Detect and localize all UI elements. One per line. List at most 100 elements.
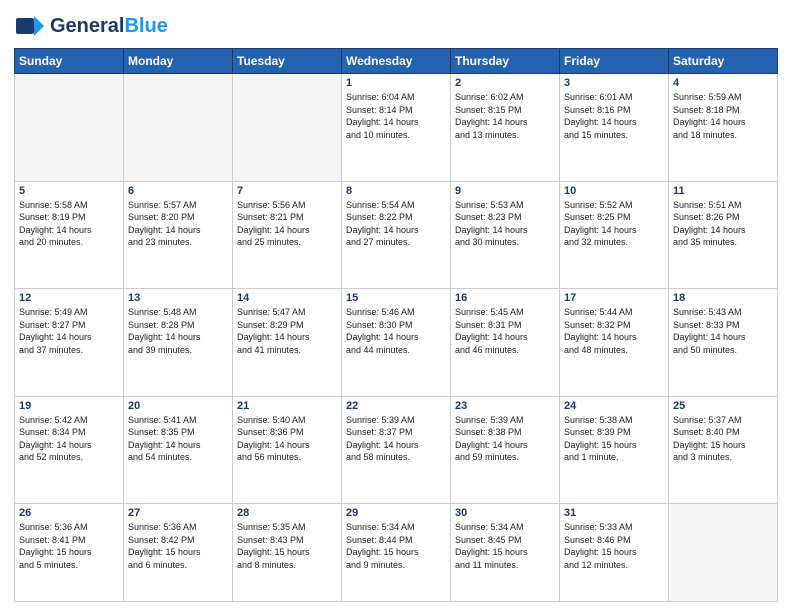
logo-text: GeneralBlue — [50, 15, 168, 38]
day-info: Sunrise: 5:45 AM Sunset: 8:31 PM Dayligh… — [455, 306, 555, 356]
day-info: Sunrise: 5:49 AM Sunset: 8:27 PM Dayligh… — [19, 306, 119, 356]
day-info: Sunrise: 5:57 AM Sunset: 8:20 PM Dayligh… — [128, 199, 228, 249]
calendar-cell: 9 Sunrise: 5:53 AM Sunset: 8:23 PM Daylig… — [451, 181, 560, 289]
day-number: 22 — [346, 400, 446, 412]
weekday-header-saturday: Saturday — [669, 49, 778, 74]
calendar-cell: 16 Sunrise: 5:45 AM Sunset: 8:31 PM Dayli… — [451, 289, 560, 397]
day-number: 28 — [237, 507, 337, 519]
day-number: 20 — [128, 400, 228, 412]
calendar-cell — [233, 74, 342, 182]
day-info: Sunrise: 5:54 AM Sunset: 8:22 PM Dayligh… — [346, 199, 446, 249]
day-number: 4 — [673, 77, 773, 89]
weekday-header-sunday: Sunday — [15, 49, 124, 74]
day-number: 11 — [673, 185, 773, 197]
day-info: Sunrise: 6:01 AM Sunset: 8:16 PM Dayligh… — [564, 91, 664, 141]
calendar-cell: 21Sunrise: 5:40 AM Sunset: 8:36 PM Dayli… — [233, 396, 342, 504]
day-number: 12 — [19, 292, 119, 304]
logo: GeneralBlue — [14, 10, 168, 42]
calendar-cell: 23 Sunrise: 5:39 AM Sunset: 8:38 PM Dayli… — [451, 396, 560, 504]
calendar-cell: 7 Sunrise: 5:56 AM Sunset: 8:21 PM Daylig… — [233, 181, 342, 289]
calendar-cell: 2 Sunrise: 6:02 AM Sunset: 8:15 PM Daylig… — [451, 74, 560, 182]
day-info: Sunrise: 5:36 AM Sunset: 8:42 PM Dayligh… — [128, 521, 228, 571]
calendar-cell — [669, 504, 778, 602]
day-info: Sunrise: 5:52 AM Sunset: 8:25 PM Dayligh… — [564, 199, 664, 249]
calendar-cell: 17Sunrise: 5:44 AM Sunset: 8:32 PM Dayli… — [560, 289, 669, 397]
weekday-header-tuesday: Tuesday — [233, 49, 342, 74]
calendar-cell: 4Sunrise: 5:59 AM Sunset: 8:18 PM Daylig… — [669, 74, 778, 182]
weekday-header-row: SundayMondayTuesdayWednesdayThursdayFrid… — [15, 49, 778, 74]
calendar-cell: 26 Sunrise: 5:36 AM Sunset: 8:41 PM Dayli… — [15, 504, 124, 602]
day-info: Sunrise: 5:36 AM Sunset: 8:41 PM Dayligh… — [19, 521, 119, 571]
weekday-header-thursday: Thursday — [451, 49, 560, 74]
week-row-3: 19Sunrise: 5:42 AM Sunset: 8:34 PM Dayli… — [15, 396, 778, 504]
page: GeneralBlue SundayMondayTuesdayWednesday… — [0, 0, 792, 612]
day-number: 26 — [19, 507, 119, 519]
calendar-cell: 11Sunrise: 5:51 AM Sunset: 8:26 PM Dayli… — [669, 181, 778, 289]
calendar-cell: 3Sunrise: 6:01 AM Sunset: 8:16 PM Daylig… — [560, 74, 669, 182]
day-number: 29 — [346, 507, 446, 519]
day-info: Sunrise: 5:56 AM Sunset: 8:21 PM Dayligh… — [237, 199, 337, 249]
header: GeneralBlue — [14, 10, 778, 42]
week-row-1: 5 Sunrise: 5:58 AM Sunset: 8:19 PM Daylig… — [15, 181, 778, 289]
calendar-table: SundayMondayTuesdayWednesdayThursdayFrid… — [14, 48, 778, 602]
calendar-cell: 29 Sunrise: 5:34 AM Sunset: 8:44 PM Dayli… — [342, 504, 451, 602]
day-info: Sunrise: 5:42 AM Sunset: 8:34 PM Dayligh… — [19, 414, 119, 464]
day-number: 23 — [455, 400, 555, 412]
calendar-cell: 6 Sunrise: 5:57 AM Sunset: 8:20 PM Daylig… — [124, 181, 233, 289]
calendar-cell: 20 Sunrise: 5:41 AM Sunset: 8:35 PM Dayli… — [124, 396, 233, 504]
calendar-cell: 22 Sunrise: 5:39 AM Sunset: 8:37 PM Dayli… — [342, 396, 451, 504]
calendar-cell: 30Sunrise: 5:34 AM Sunset: 8:45 PM Dayli… — [451, 504, 560, 602]
day-info: Sunrise: 5:44 AM Sunset: 8:32 PM Dayligh… — [564, 306, 664, 356]
day-info: Sunrise: 6:04 AM Sunset: 8:14 PM Dayligh… — [346, 91, 446, 141]
day-number: 27 — [128, 507, 228, 519]
calendar-cell: 13Sunrise: 5:48 AM Sunset: 8:28 PM Dayli… — [124, 289, 233, 397]
day-info: Sunrise: 5:43 AM Sunset: 8:33 PM Dayligh… — [673, 306, 773, 356]
day-info: Sunrise: 5:35 AM Sunset: 8:43 PM Dayligh… — [237, 521, 337, 571]
day-info: Sunrise: 5:33 AM Sunset: 8:46 PM Dayligh… — [564, 521, 664, 571]
day-number: 15 — [346, 292, 446, 304]
day-number: 24 — [564, 400, 664, 412]
day-number: 25 — [673, 400, 773, 412]
day-info: Sunrise: 5:38 AM Sunset: 8:39 PM Dayligh… — [564, 414, 664, 464]
day-number: 16 — [455, 292, 555, 304]
calendar-cell: 14Sunrise: 5:47 AM Sunset: 8:29 PM Dayli… — [233, 289, 342, 397]
day-info: Sunrise: 5:53 AM Sunset: 8:23 PM Dayligh… — [455, 199, 555, 249]
calendar-cell: 27 Sunrise: 5:36 AM Sunset: 8:42 PM Dayli… — [124, 504, 233, 602]
calendar-cell: 15 Sunrise: 5:46 AM Sunset: 8:30 PM Dayli… — [342, 289, 451, 397]
calendar-cell — [15, 74, 124, 182]
calendar-cell: 19Sunrise: 5:42 AM Sunset: 8:34 PM Dayli… — [15, 396, 124, 504]
day-number: 5 — [19, 185, 119, 197]
weekday-header-monday: Monday — [124, 49, 233, 74]
day-number: 7 — [237, 185, 337, 197]
calendar-cell: 25 Sunrise: 5:37 AM Sunset: 8:40 PM Dayli… — [669, 396, 778, 504]
day-info: Sunrise: 5:39 AM Sunset: 8:38 PM Dayligh… — [455, 414, 555, 464]
weekday-header-wednesday: Wednesday — [342, 49, 451, 74]
calendar-cell: 10 Sunrise: 5:52 AM Sunset: 8:25 PM Dayli… — [560, 181, 669, 289]
day-info: Sunrise: 6:02 AM Sunset: 8:15 PM Dayligh… — [455, 91, 555, 141]
day-number: 8 — [346, 185, 446, 197]
day-info: Sunrise: 5:34 AM Sunset: 8:45 PM Dayligh… — [455, 521, 555, 571]
day-number: 2 — [455, 77, 555, 89]
calendar-cell: 8 Sunrise: 5:54 AM Sunset: 8:22 PM Daylig… — [342, 181, 451, 289]
day-info: Sunrise: 5:39 AM Sunset: 8:37 PM Dayligh… — [346, 414, 446, 464]
logo-icon — [14, 10, 46, 42]
day-number: 6 — [128, 185, 228, 197]
day-number: 9 — [455, 185, 555, 197]
week-row-4: 26 Sunrise: 5:36 AM Sunset: 8:41 PM Dayli… — [15, 504, 778, 602]
calendar-cell: 28 Sunrise: 5:35 AM Sunset: 8:43 PM Dayli… — [233, 504, 342, 602]
day-number: 10 — [564, 185, 664, 197]
day-info: Sunrise: 5:37 AM Sunset: 8:40 PM Dayligh… — [673, 414, 773, 464]
day-info: Sunrise: 5:46 AM Sunset: 8:30 PM Dayligh… — [346, 306, 446, 356]
day-number: 18 — [673, 292, 773, 304]
calendar-cell: 1Sunrise: 6:04 AM Sunset: 8:14 PM Daylig… — [342, 74, 451, 182]
day-number: 14 — [237, 292, 337, 304]
day-info: Sunrise: 5:34 AM Sunset: 8:44 PM Dayligh… — [346, 521, 446, 571]
calendar-cell — [124, 74, 233, 182]
calendar-cell: 24 Sunrise: 5:38 AM Sunset: 8:39 PM Dayli… — [560, 396, 669, 504]
week-row-2: 12 Sunrise: 5:49 AM Sunset: 8:27 PM Dayli… — [15, 289, 778, 397]
weekday-header-friday: Friday — [560, 49, 669, 74]
day-info: Sunrise: 5:41 AM Sunset: 8:35 PM Dayligh… — [128, 414, 228, 464]
day-info: Sunrise: 5:58 AM Sunset: 8:19 PM Dayligh… — [19, 199, 119, 249]
calendar-cell: 18 Sunrise: 5:43 AM Sunset: 8:33 PM Dayli… — [669, 289, 778, 397]
calendar-cell: 12 Sunrise: 5:49 AM Sunset: 8:27 PM Dayli… — [15, 289, 124, 397]
